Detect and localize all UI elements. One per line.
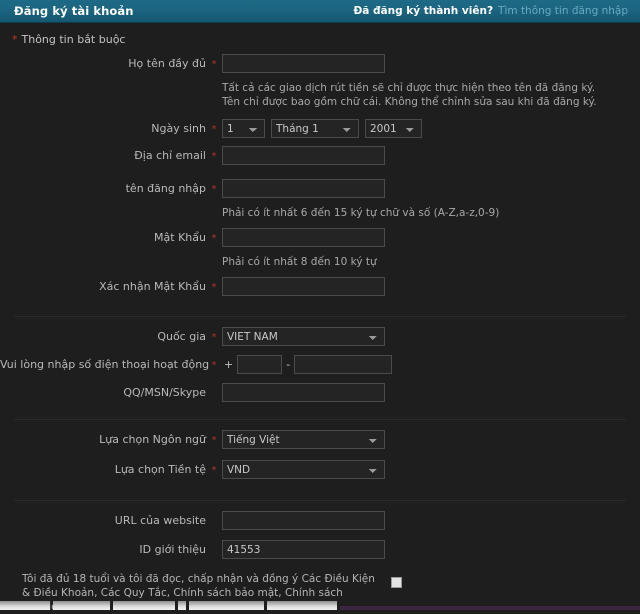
member-prompt-label: Đã đăng ký thành viên? <box>353 5 494 17</box>
phone-label: Vui lòng nhập số điện thoại hoạt động <box>0 358 210 371</box>
phone-separator-icon: - <box>286 358 291 371</box>
bottom-tile <box>189 601 264 610</box>
language-label: Lựa chọn Ngôn ngữ <box>99 433 206 446</box>
row-country: Quốc gia * VIET NAM <box>0 327 640 348</box>
password-required-star-icon: * <box>211 233 217 244</box>
language-required-star-icon: * <box>211 435 217 446</box>
required-info-label: Thông tin bắt buộc <box>21 33 126 46</box>
phone-number-input[interactable] <box>294 355 393 374</box>
row-password: Mật Khẩu * <box>0 228 640 249</box>
fullname-input[interactable] <box>222 54 385 73</box>
section-divider-extra <box>14 500 626 501</box>
row-referral-id: ID giới thiệu <box>0 540 640 560</box>
birthday-day-select[interactable]: 1 <box>222 119 265 138</box>
required-info-note: * Thông tin bắt buộc <box>0 23 640 54</box>
referral-id-label: ID giới thiệu <box>139 543 206 556</box>
country-required-star-icon: * <box>211 332 217 343</box>
confirm-password-required-star-icon: * <box>211 282 217 293</box>
row-fullname: Họ tên đầy đủ * <box>0 54 640 75</box>
country-label: Quốc gia <box>157 330 206 343</box>
phone-required-star-icon: * <box>211 360 217 371</box>
row-language: Lựa chọn Ngôn ngữ * Tiếng Việt <box>0 430 640 451</box>
row-messenger: QQ/MSN/Skype <box>0 383 640 403</box>
row-currency: Lựa chọn Tiền tệ * VND <box>0 460 640 481</box>
confirm-password-input[interactable] <box>222 277 385 296</box>
phone-plus-icon: + <box>224 358 234 371</box>
currency-label: Lựa chọn Tiền tệ <box>114 463 206 476</box>
registration-form: * Thông tin bắt buộc Họ tên đầy đủ * Tất… <box>0 23 640 614</box>
find-login-info-link[interactable]: Tìm thông tin đăng nhập <box>498 5 628 17</box>
username-help-text: Phải có ít nhất 6 đến 15 ký tự chữ và số… <box>222 207 500 219</box>
required-star-icon: * <box>12 33 18 46</box>
currency-required-star-icon: * <box>211 465 217 476</box>
birthday-label: Ngày sinh <box>151 122 206 135</box>
username-required-star-icon: * <box>211 184 217 195</box>
bottom-rail <box>340 606 640 610</box>
bottom-cutoff-strip <box>0 601 640 610</box>
referral-id-input[interactable] <box>222 540 385 559</box>
fullname-label: Họ tên đầy đủ <box>128 57 206 70</box>
password-label: Mật Khẩu <box>154 231 206 244</box>
row-phone: Vui lòng nhập số điện thoại hoạt động * … <box>0 355 640 376</box>
bottom-tile <box>113 601 175 610</box>
email-input[interactable] <box>222 146 385 165</box>
section-divider-preferences <box>14 419 626 420</box>
email-label: Địa chỉ email <box>134 149 206 162</box>
section-divider-contact <box>14 316 626 317</box>
terms-agreement-checkbox[interactable] <box>391 577 402 588</box>
fullname-required-star-icon: * <box>211 59 217 70</box>
username-input[interactable] <box>222 179 385 198</box>
language-select[interactable]: Tiếng Việt <box>222 430 385 449</box>
birthday-required-star-icon: * <box>211 124 217 135</box>
row-username: tên đăng nhập * <box>0 179 640 200</box>
bottom-tile <box>267 601 337 610</box>
country-select[interactable]: VIET NAM <box>222 327 385 346</box>
birthday-month-select[interactable]: Tháng 1 <box>271 119 359 138</box>
username-label: tên đăng nhập <box>125 182 206 195</box>
messenger-input[interactable] <box>222 383 385 402</box>
row-birthday: Ngày sinh * 1 Tháng 1 2001 <box>0 119 640 140</box>
currency-select[interactable]: VND <box>222 460 385 479</box>
confirm-password-label: Xác nhận Mật Khẩu <box>99 280 206 293</box>
website-url-input[interactable] <box>222 511 385 530</box>
password-help-text: Phải có ít nhất 8 đến 10 ký tự <box>222 256 377 268</box>
bottom-tile <box>0 601 50 610</box>
website-url-label: URL của website <box>114 514 206 527</box>
page-title: Đăng ký tài khoản <box>14 4 134 18</box>
page-header: Đăng ký tài khoản Đã đăng ký thành viên?… <box>0 0 640 23</box>
phone-country-code-input[interactable] <box>237 355 283 374</box>
fullname-help-text: Tất cả các giao dịch rút tiền sẽ chỉ đượ… <box>222 82 597 108</box>
birthday-year-select[interactable]: 2001 <box>365 119 422 138</box>
password-input[interactable] <box>222 228 385 247</box>
row-confirm-password: Xác nhận Mật Khẩu * <box>0 277 640 298</box>
bottom-tile <box>53 601 110 610</box>
bottom-tile <box>178 601 186 610</box>
row-website-url: URL của website <box>0 511 640 531</box>
messenger-label: QQ/MSN/Skype <box>123 386 206 399</box>
row-email: Địa chỉ email * <box>0 146 640 167</box>
email-required-star-icon: * <box>211 151 217 162</box>
header-login-area: Đã đăng ký thành viên? Tìm thông tin đăn… <box>353 5 628 17</box>
